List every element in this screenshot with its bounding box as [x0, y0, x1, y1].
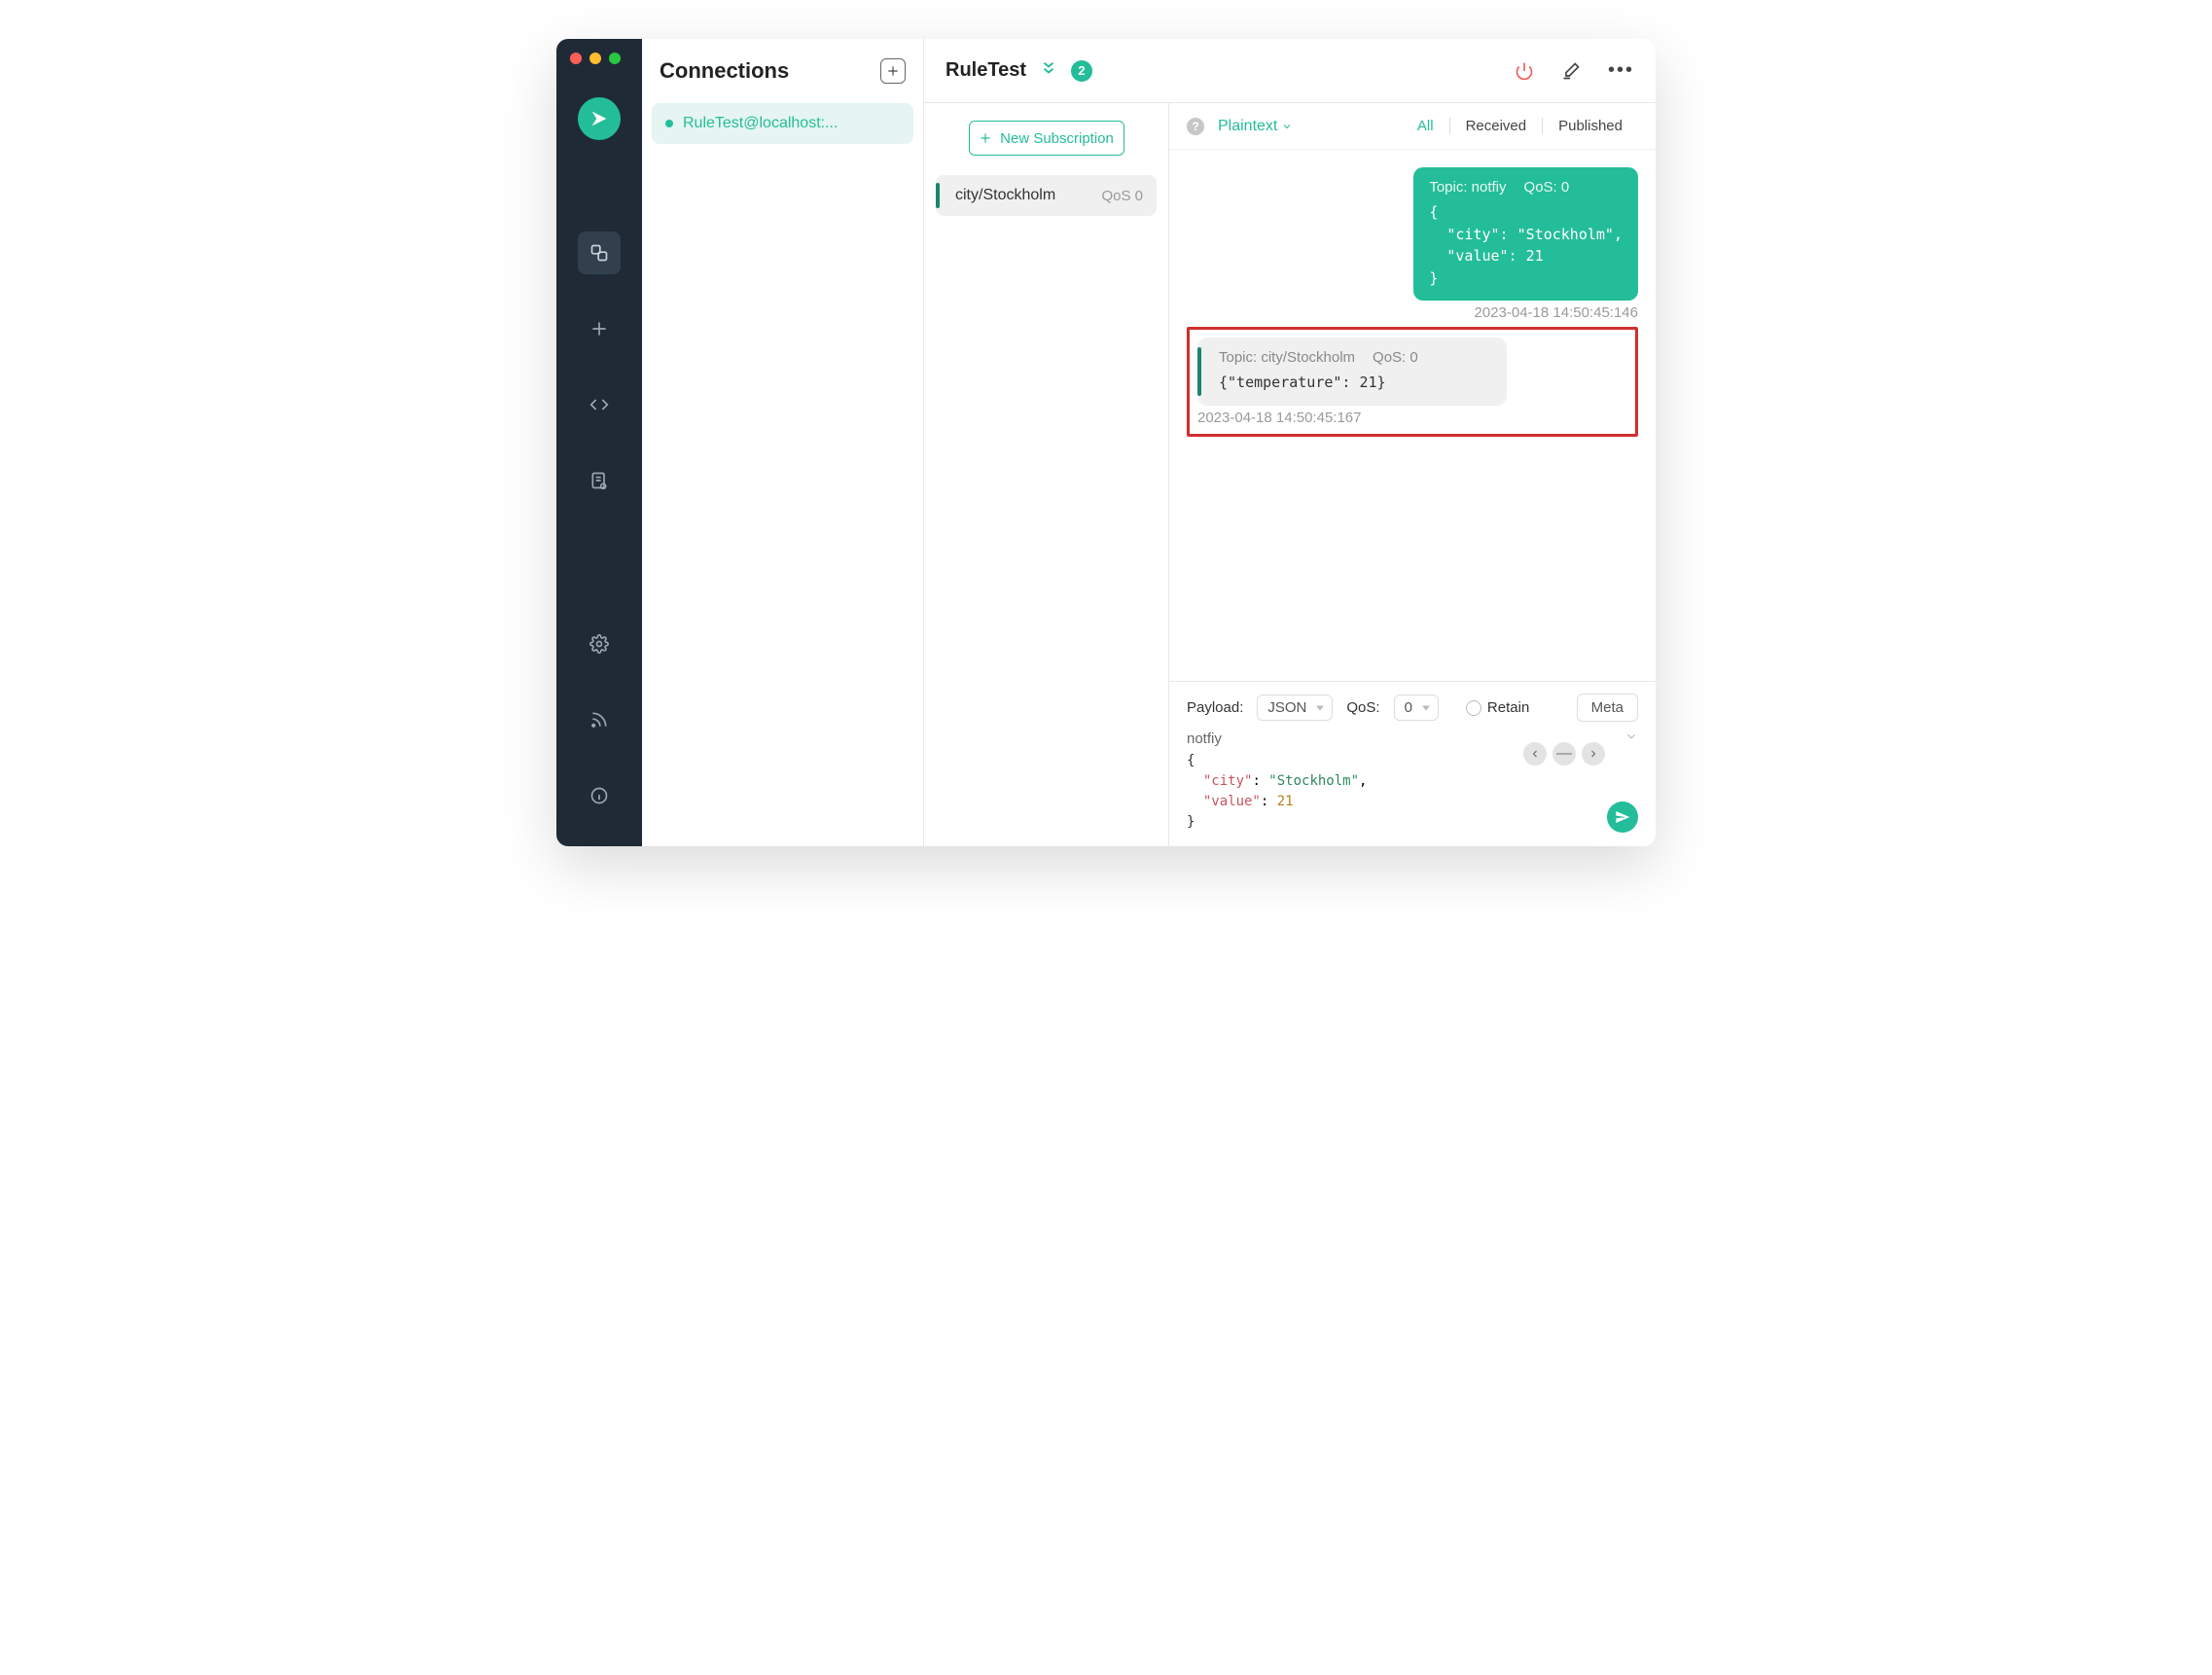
- connection-item[interactable]: RuleTest@localhost:...: [652, 103, 913, 144]
- highlight-box: Topic: city/Stockholm QoS: 0 {"temperatu…: [1187, 327, 1638, 437]
- connection-title: RuleTest: [945, 59, 1026, 82]
- history-clear-button[interactable]: —: [1552, 742, 1576, 766]
- edit-button[interactable]: [1561, 61, 1581, 81]
- more-menu-button[interactable]: •••: [1608, 59, 1634, 82]
- message-qos: QoS: 0: [1524, 179, 1570, 196]
- filter-tab-all[interactable]: All: [1402, 118, 1449, 134]
- message-sent: Topic: notfiy QoS: 0 { "city": "Stockhol…: [1413, 167, 1638, 321]
- messages-stream[interactable]: Topic: notfiy QoS: 0 { "city": "Stockhol…: [1169, 150, 1656, 681]
- message-payload: { "city": "Stockholm", "value": 21 }: [1429, 201, 1623, 289]
- message-timestamp: 2023-04-18 14:50:45:167: [1197, 410, 1507, 426]
- message-topic: Topic: notfiy: [1429, 179, 1506, 196]
- nav-rail: [556, 39, 642, 846]
- retain-toggle[interactable]: Retain: [1466, 699, 1529, 716]
- app-logo: [578, 97, 621, 140]
- nav-add[interactable]: [578, 307, 621, 350]
- message-timestamp: 2023-04-18 14:50:45:146: [1475, 304, 1638, 321]
- message-topic: Topic: city/Stockholm: [1219, 349, 1355, 366]
- nav-connections[interactable]: [578, 232, 621, 274]
- subscription-qos: QoS 0: [1101, 188, 1143, 204]
- nav-info[interactable]: [578, 774, 621, 817]
- message-payload: {"temperature": 21}: [1219, 372, 1491, 394]
- nav-settings[interactable]: [578, 623, 621, 665]
- main-header: RuleTest 2 •••: [924, 39, 1656, 103]
- history-next-button[interactable]: [1582, 742, 1605, 766]
- topic-expand-icon[interactable]: [1624, 730, 1638, 747]
- retain-label: Retain: [1487, 699, 1529, 716]
- filter-tab-published[interactable]: Published: [1542, 118, 1638, 134]
- app-window: Connections RuleTest@localhost:... RuleT…: [556, 39, 1656, 846]
- maximize-window-button[interactable]: [609, 53, 621, 64]
- retain-radio-icon: [1466, 700, 1481, 716]
- connection-status-dot: [665, 120, 673, 127]
- history-prev-button[interactable]: [1523, 742, 1547, 766]
- message-bubble[interactable]: Topic: notfiy QoS: 0 { "city": "Stockhol…: [1413, 167, 1638, 301]
- history-nav: —: [1523, 742, 1605, 766]
- payload-format-dropdown[interactable]: JSON: [1257, 695, 1333, 721]
- send-button[interactable]: [1607, 802, 1638, 833]
- add-connection-button[interactable]: [880, 58, 906, 84]
- connections-title: Connections: [660, 58, 789, 84]
- main-panel: RuleTest 2 ••• New Subscription: [924, 39, 1656, 846]
- messages-panel: ? Plaintext All Received Published: [1169, 103, 1656, 846]
- disconnect-button[interactable]: [1515, 61, 1534, 81]
- traffic-lights: [570, 53, 621, 64]
- qos-dropdown[interactable]: 0: [1394, 695, 1439, 721]
- nav-logs[interactable]: [578, 459, 621, 502]
- filter-tab-received[interactable]: Received: [1449, 118, 1543, 134]
- message-received: Topic: city/Stockholm QoS: 0 {"temperatu…: [1197, 338, 1507, 426]
- subscription-topic: city/Stockholm: [955, 187, 1055, 204]
- collapse-icon[interactable]: [1040, 59, 1057, 82]
- connections-panel: Connections RuleTest@localhost:...: [642, 39, 924, 846]
- subscriptions-panel: New Subscription city/Stockholm QoS 0: [924, 103, 1169, 846]
- message-qos: QoS: 0: [1373, 349, 1418, 366]
- help-icon[interactable]: ?: [1187, 118, 1204, 135]
- payload-format-value: Plaintext: [1218, 118, 1277, 135]
- message-bubble[interactable]: Topic: city/Stockholm QoS: 0 {"temperatu…: [1197, 338, 1507, 406]
- minimize-window-button[interactable]: [589, 53, 601, 64]
- new-subscription-button[interactable]: New Subscription: [969, 121, 1124, 156]
- meta-button[interactable]: Meta: [1577, 694, 1638, 722]
- topic-input[interactable]: notfiy: [1187, 731, 1222, 747]
- filter-tabs: All Received Published: [1402, 118, 1638, 134]
- payload-format-select[interactable]: Plaintext: [1218, 118, 1293, 135]
- composer: Payload: JSON QoS: 0 Retain: [1169, 681, 1656, 846]
- messages-toolbar: ? Plaintext All Received Published: [1169, 103, 1656, 150]
- payload-label: Payload:: [1187, 699, 1243, 716]
- qos-label: QoS:: [1346, 699, 1379, 716]
- message-count-badge: 2: [1071, 60, 1092, 82]
- new-subscription-label: New Subscription: [1000, 130, 1114, 147]
- nav-feed[interactable]: [578, 698, 621, 741]
- close-window-button[interactable]: [570, 53, 582, 64]
- subscription-item[interactable]: city/Stockholm QoS 0: [936, 175, 1157, 216]
- connection-label: RuleTest@localhost:...: [683, 115, 838, 132]
- nav-scripts[interactable]: [578, 383, 621, 426]
